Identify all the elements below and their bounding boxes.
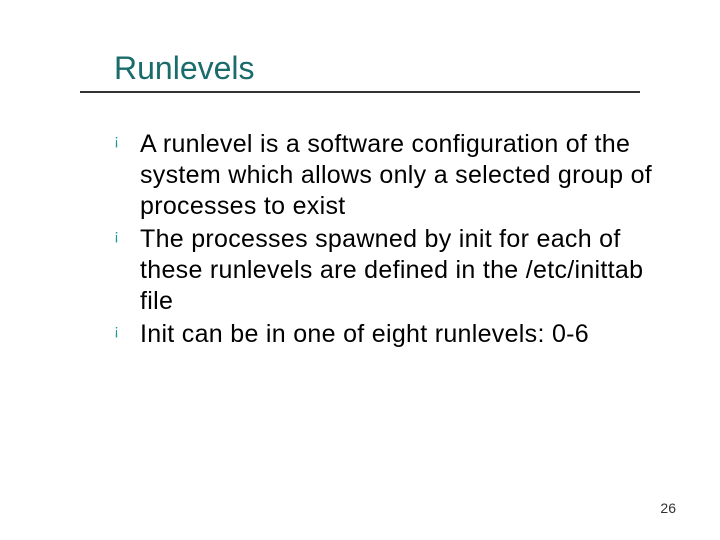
bullet-icon: ¡ [114,132,119,151]
slide-container: Runlevels ¡ A runlevel is a software con… [0,0,720,540]
bullet-icon: ¡ [114,322,119,341]
slide-title: Runlevels [114,50,660,87]
bullet-text: A runlevel is a software configuration o… [140,130,652,220]
bullet-text: The processes spawned by init for each o… [140,225,643,315]
list-item: ¡ Init can be in one of eight runlevels:… [114,319,660,350]
list-item: ¡ The processes spawned by init for each… [114,224,660,317]
list-item: ¡ A runlevel is a software configuration… [114,129,660,222]
bullet-text: Init can be in one of eight runlevels: 0… [140,320,589,348]
bullet-list: ¡ A runlevel is a software configuration… [100,129,660,350]
page-number: 26 [660,500,676,516]
bullet-icon: ¡ [114,227,119,246]
title-underline [80,91,640,93]
